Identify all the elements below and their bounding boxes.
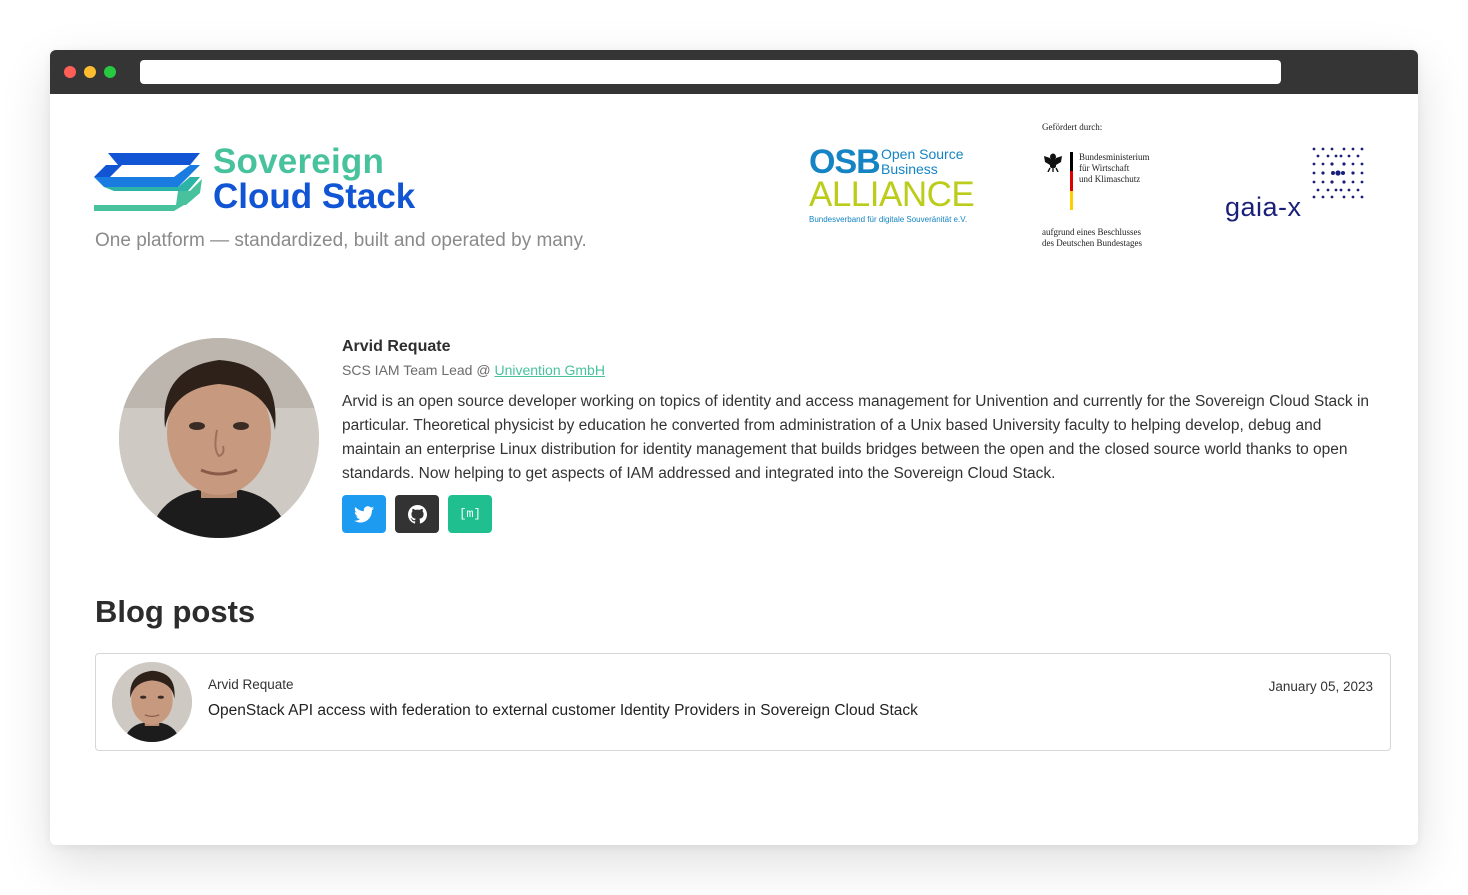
profile-bio: Arvid is an open source developer workin… — [342, 393, 1370, 482]
post-title-link[interactable]: OpenStack API access with federation to … — [208, 702, 918, 720]
german-flag-stripe — [1070, 152, 1073, 210]
federal-eagle-icon — [1042, 150, 1064, 177]
osb-open-source-business: Open Source Business — [881, 146, 964, 177]
browser-chrome — [50, 50, 1418, 94]
osb-tagline: Bundesverband für digitale Souveränität … — [809, 215, 968, 224]
company-link[interactable]: Univention GmbH — [494, 362, 605, 378]
github-icon — [407, 504, 427, 524]
maximize-window-button[interactable] — [104, 66, 116, 78]
profile-role: SCS IAM Team Lead @ Univention GmbH — [342, 362, 1382, 378]
gaia-x-dots-icon — [1312, 147, 1364, 199]
bmwk-funding-logo[interactable]: Gefördert durch: Bundesministerium für Wi… — [1042, 122, 1182, 257]
osb-alliance-logo[interactable]: OSB Open Source Business ALLIANCE Bundesv… — [809, 143, 975, 225]
twitter-icon — [354, 505, 374, 522]
scs-logo-mark[interactable] — [94, 147, 202, 216]
address-bar[interactable] — [140, 60, 1281, 84]
profile-name: Arvid Requate — [342, 338, 451, 355]
osb-alliance-word: ALLIANCE — [809, 175, 975, 214]
close-window-button[interactable] — [64, 66, 76, 78]
osb-letters: OSB — [809, 143, 881, 181]
gaia-x-logo[interactable]: gaia-x — [1225, 146, 1370, 226]
logo-line-sovereign: Sovereign — [213, 142, 385, 181]
github-button[interactable] — [395, 495, 439, 533]
post-date: January 05, 2023 — [1268, 679, 1373, 694]
scs-logo-wordmark[interactable]: Sovereign Cloud Stack — [213, 144, 415, 214]
blog-post-card[interactable]: Arvid Requate OpenStack API access with … — [95, 653, 1391, 751]
post-author-avatar — [112, 662, 192, 742]
blog-posts-heading: Blog posts — [95, 594, 256, 629]
matrix-icon: [m] — [459, 507, 481, 521]
funding-label: Gefördert durch: — [1042, 122, 1103, 132]
matrix-button[interactable]: [m] — [448, 495, 492, 533]
post-author: Arvid Requate — [208, 677, 294, 692]
social-links: [m] — [342, 495, 1382, 533]
logo-line-cloud-stack: Cloud Stack — [213, 177, 416, 216]
minimize-window-button[interactable] — [84, 66, 96, 78]
role-text: SCS IAM Team Lead @ — [342, 362, 495, 378]
twitter-button[interactable] — [342, 495, 386, 533]
bundestag-note: aufgrund eines Beschlusses des Deutschen … — [1042, 227, 1142, 248]
ministry-name: Bundesministerium für Wirtschaft und Klima… — [1079, 152, 1150, 184]
gaia-x-wordmark: gaia-x — [1225, 192, 1302, 222]
site-tagline: One platform — standardized, built and o… — [95, 230, 587, 251]
profile-details: Arvid Requate SCS IAM Team Lead @ Univen… — [342, 338, 1382, 533]
profile-avatar — [119, 338, 319, 538]
browser-window: Sovereign Cloud Stack One platform — sta… — [50, 50, 1418, 845]
